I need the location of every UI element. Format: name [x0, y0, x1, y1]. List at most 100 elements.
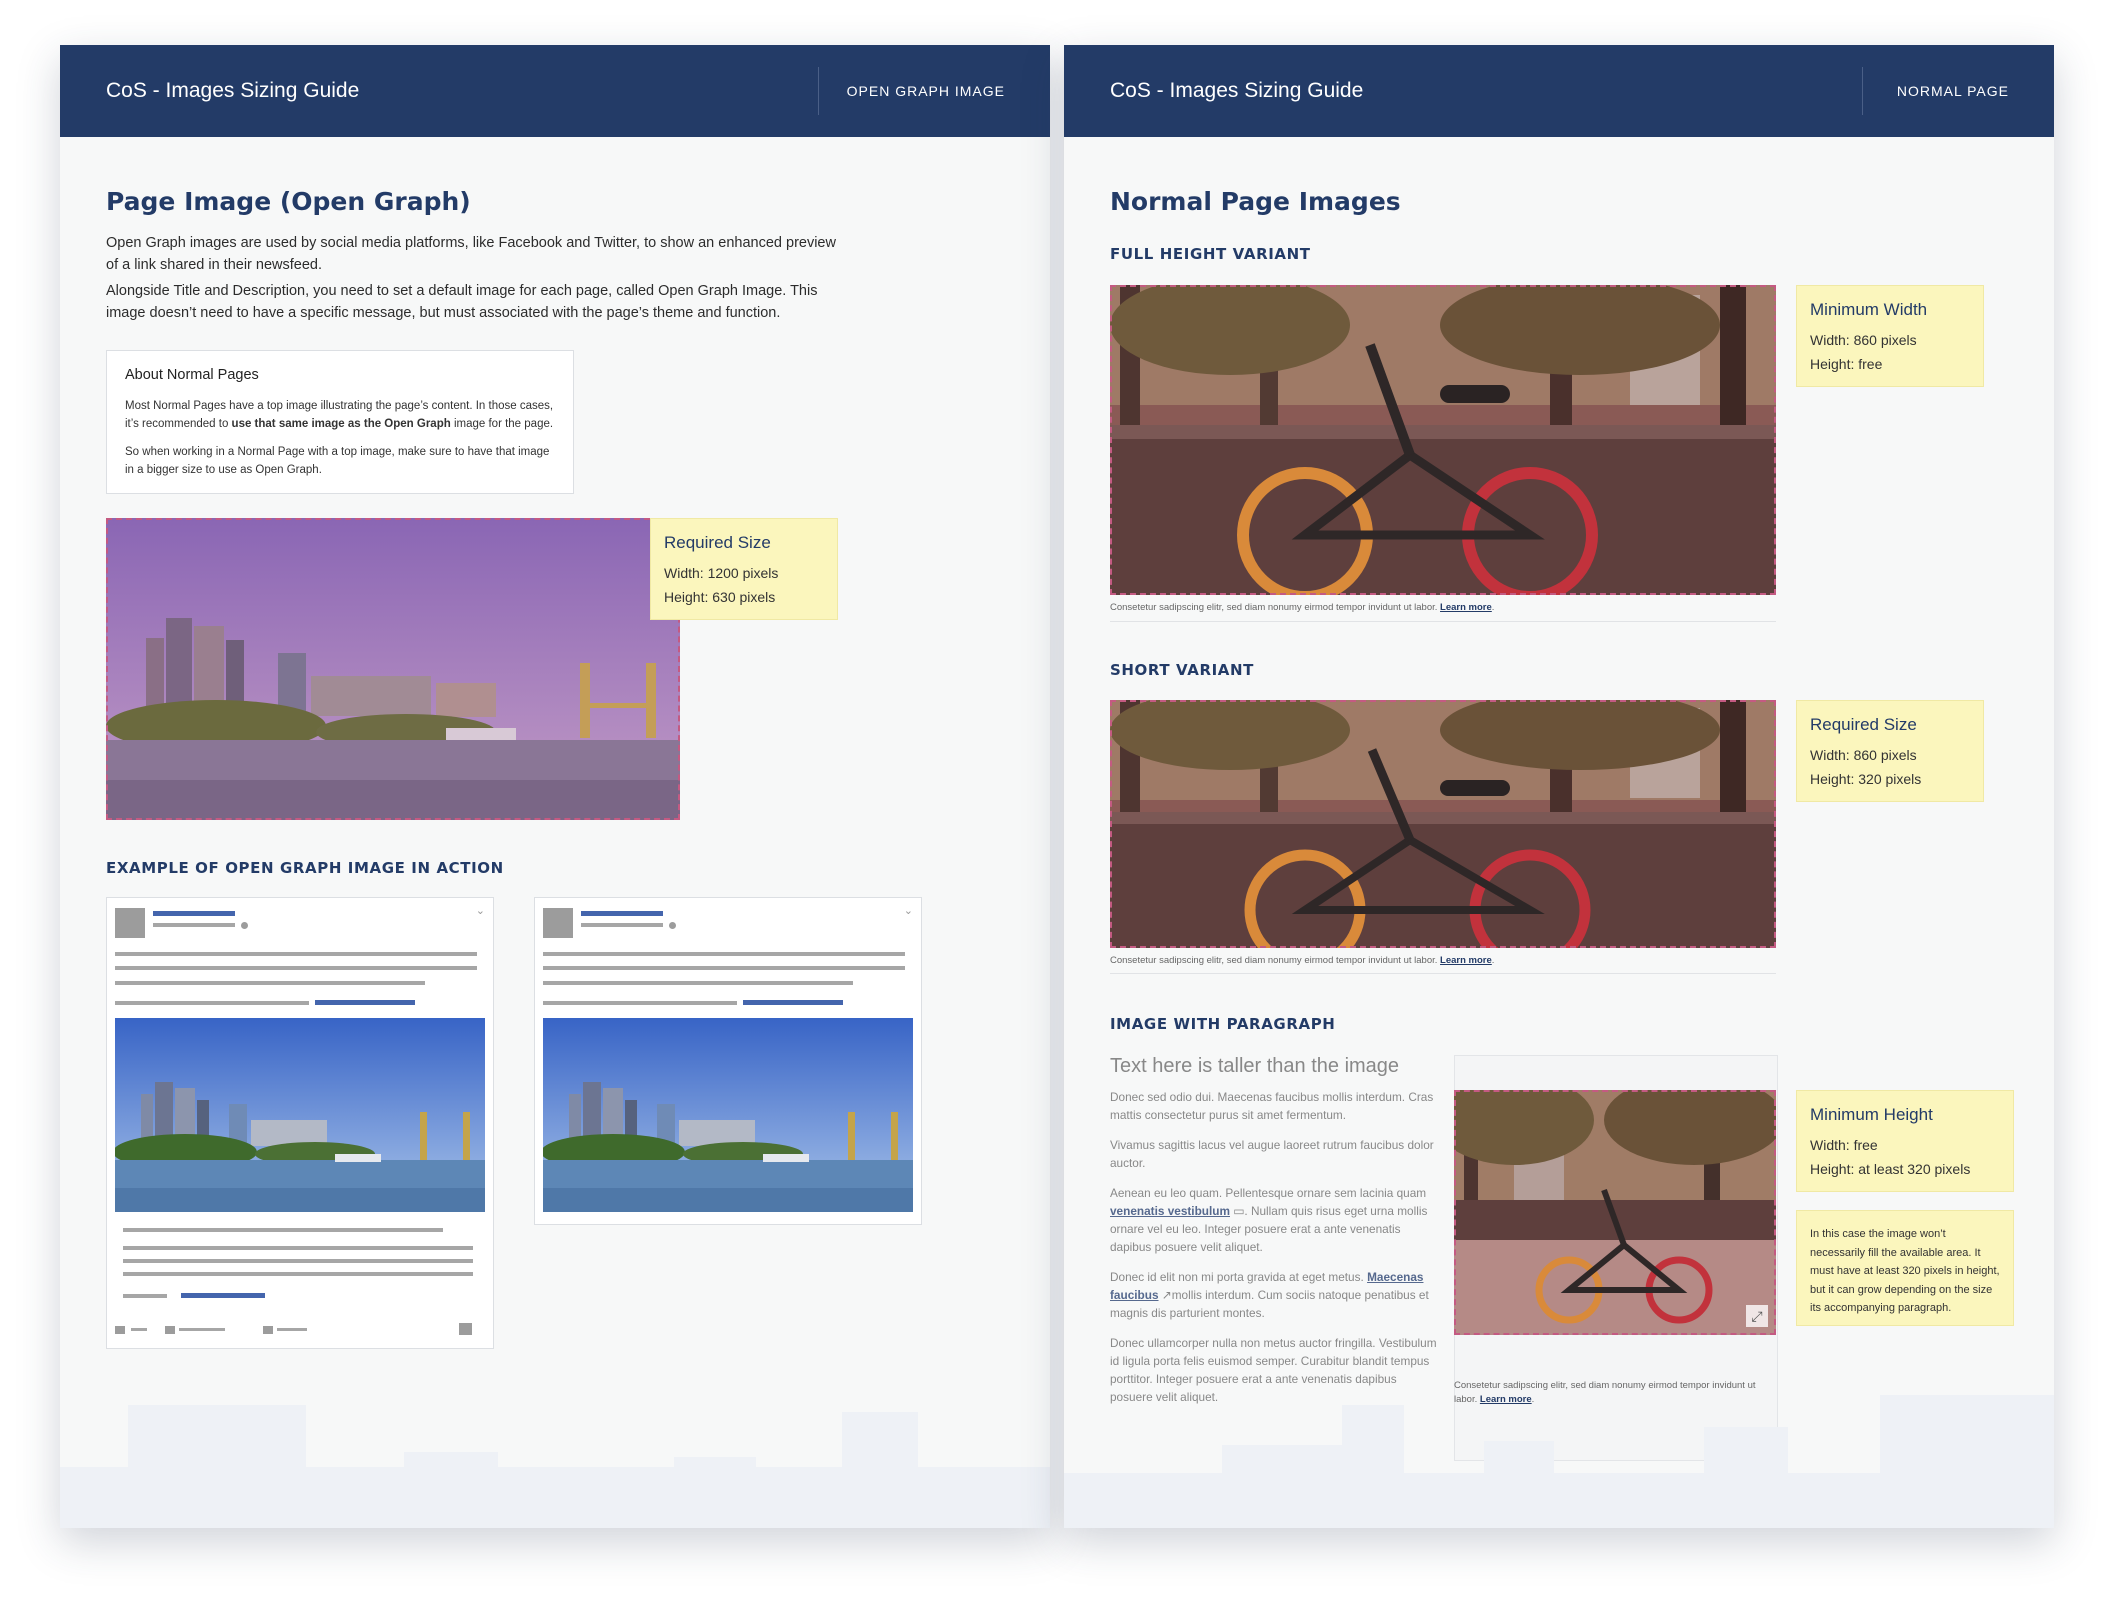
river-city-image — [106, 518, 680, 820]
example-heading: EXAMPLE OF OPEN GRAPH IMAGE IN ACTION — [106, 859, 504, 877]
placeholder-text-bar — [123, 1259, 473, 1263]
skyline-building — [674, 1457, 756, 1528]
placeholder-text-bar — [123, 1272, 473, 1276]
bicycle-image — [1110, 700, 1776, 948]
divider — [1110, 621, 1776, 622]
external-link-icon: ↗ — [1161, 1288, 1172, 1302]
about-paragraph-2: So when working in a Normal Page with a … — [125, 446, 550, 476]
header-divider — [818, 67, 819, 115]
about-normal-pages-card: About Normal Pages Most Normal Pages hav… — [106, 350, 574, 494]
minimum-height-note: Minimum Height Width: free Height: at le… — [1796, 1090, 2014, 1192]
placeholder-text-bar — [115, 1001, 309, 1005]
placeholder-text-bar — [115, 981, 425, 985]
shared-link-image[interactable] — [543, 1018, 913, 1212]
intro-paragraph-1: Open Graph images are used by social med… — [106, 235, 836, 273]
header-bar: CoS - Images Sizing Guide OPEN GRAPH IMA… — [60, 45, 1050, 137]
placeholder-name-bar — [581, 911, 663, 916]
required-height: Height: 320 pixels — [1810, 771, 1922, 787]
bicycle-image: ⤢ — [1454, 1090, 1776, 1335]
avatar — [115, 908, 145, 938]
minimum-height-width: Width: free — [1810, 1137, 1878, 1153]
paragraph-column: Text here is taller than the image Donec… — [1110, 1055, 1440, 1418]
placeholder-link-bar — [315, 1000, 415, 1005]
paragraph-title: Text here is taller than the image — [1110, 1055, 1400, 1077]
placeholder-text-bar — [123, 1228, 443, 1232]
avatar — [543, 908, 573, 938]
image-with-paragraph-heading: IMAGE WITH PARAGRAPH — [1110, 1015, 1336, 1033]
required-width: Width: 1200 pixels — [664, 565, 779, 581]
minimum-height-title: Minimum Height — [1810, 1105, 1933, 1124]
minimum-width-title: Minimum Width — [1810, 300, 1928, 319]
minimum-height-explanation: In this case the image won’t necessarily… — [1796, 1210, 2014, 1326]
paragraph-2: Vivamus sagittis lacus vel augue laoreet… — [1110, 1138, 1434, 1170]
minimum-height-value: Height: at least 320 pixels — [1810, 1161, 1971, 1177]
chevron-down-icon[interactable]: ⌄ — [904, 904, 913, 917]
skyline-building — [842, 1412, 918, 1528]
paragraph-3: Aenean eu leo quam. Pellentesque ornare … — [1110, 1186, 1428, 1254]
placeholder-name-bar — [153, 911, 235, 916]
placeholder-link-bar — [181, 1293, 265, 1298]
learn-more-link[interactable]: Learn more — [1480, 1394, 1532, 1405]
placeholder-text-bar — [131, 1328, 147, 1331]
image-caption: Consetetur sadipscing elitr, sed diam no… — [1454, 1380, 1756, 1405]
globe-icon — [669, 922, 676, 929]
placeholder-text-bar — [543, 981, 853, 985]
chevron-down-icon[interactable]: ⌄ — [476, 904, 485, 917]
paragraph-1: Donec sed odio dui. Maecenas faucibus mo… — [1110, 1090, 1434, 1122]
short-variant-heading: SHORT VARIANT — [1110, 661, 1254, 679]
about-title: About Normal Pages — [125, 367, 259, 383]
required-size-note: Required Size Width: 1200 pixels Height:… — [650, 518, 838, 620]
required-height: Height: 630 pixels — [664, 589, 776, 605]
minimum-width-value: Width: 860 pixels — [1810, 332, 1917, 348]
placeholder-text-bar — [581, 923, 663, 927]
placeholder-text-bar — [277, 1328, 307, 1331]
section-label: OPEN GRAPH IMAGE — [846, 83, 1005, 99]
image-caption: Consetetur sadipscing elitr, sed diam no… — [1110, 602, 1495, 613]
placeholder-text-bar — [123, 1294, 167, 1298]
placeholder-link-bar — [743, 1000, 843, 1005]
normal-page-sheet: CoS - Images Sizing Guide NORMAL PAGE No… — [1064, 45, 2054, 1528]
expand-icon[interactable]: ⤢ — [1746, 1305, 1768, 1327]
guide-title: CoS - Images Sizing Guide — [1110, 79, 1364, 102]
globe-icon — [241, 922, 248, 929]
feed-preview-card: ⌄ — [534, 897, 922, 1225]
full-height-heading: FULL HEIGHT VARIANT — [1110, 245, 1311, 263]
required-size-title: Required Size — [1810, 715, 1917, 734]
placeholder-text-bar — [123, 1246, 473, 1250]
like-icon[interactable] — [115, 1326, 125, 1334]
about-paragraph-1: Most Normal Pages have a top image illus… — [125, 400, 554, 430]
skyline-building — [128, 1405, 306, 1528]
placeholder-text-bar — [115, 966, 477, 970]
menu-icon[interactable] — [459, 1323, 472, 1335]
header-divider — [1862, 67, 1863, 115]
comment-icon[interactable] — [165, 1326, 175, 1334]
skyline-building — [1222, 1445, 1342, 1528]
required-size-title: Required Size — [664, 533, 771, 552]
learn-more-link[interactable]: Learn more — [1440, 602, 1492, 613]
section-label: NORMAL PAGE — [1896, 83, 2009, 99]
placeholder-text-bar — [543, 952, 905, 956]
share-icon[interactable] — [263, 1326, 273, 1334]
paragraph-4: Donec id elit non mi porta gravida at eg… — [1110, 1270, 1429, 1320]
header-bar: CoS - Images Sizing Guide NORMAL PAGE — [1064, 45, 2054, 137]
skyline-building — [1704, 1427, 1788, 1528]
skyline-building — [1484, 1441, 1554, 1528]
skyline-building — [1880, 1395, 2054, 1528]
required-size-note: Required Size Width: 860 pixels Height: … — [1796, 700, 1984, 802]
placeholder-text-bar — [543, 966, 905, 970]
feed-preview-card: ⌄ — [106, 897, 494, 1349]
window-icon: ▭ — [1233, 1204, 1245, 1218]
learn-more-link[interactable]: Learn more — [1440, 955, 1492, 966]
bicycle-image — [1110, 285, 1776, 595]
shared-link-image[interactable] — [115, 1018, 485, 1212]
intro-paragraph-2: Alongside Title and Description, you nee… — [106, 283, 818, 321]
open-graph-sheet: CoS - Images Sizing Guide OPEN GRAPH IMA… — [60, 45, 1050, 1528]
divider — [1110, 973, 1776, 974]
image-caption: Consetetur sadipscing elitr, sed diam no… — [1110, 955, 1495, 966]
placeholder-text-bar — [543, 1001, 737, 1005]
required-width: Width: 860 pixels — [1810, 747, 1917, 763]
skyline-building — [1342, 1405, 1404, 1528]
guide-title: CoS - Images Sizing Guide — [106, 79, 360, 102]
page-title: Page Image (Open Graph) — [106, 187, 471, 216]
venenatis-link[interactable]: venenatis vestibulum — [1110, 1204, 1230, 1218]
